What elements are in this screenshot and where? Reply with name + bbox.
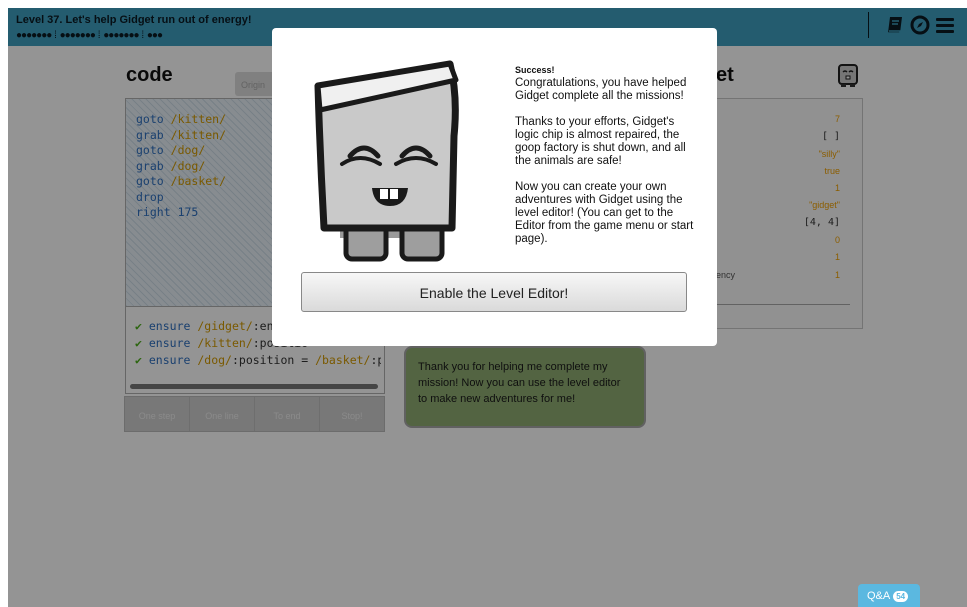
qa-label: Q&A <box>867 590 891 602</box>
dialog-message: Success! Congratulations, you have helpe… <box>515 64 695 259</box>
qa-count-badge: 54 <box>893 591 909 602</box>
success-dialog: Success! Congratulations, you have helpe… <box>272 28 717 346</box>
dialog-paragraph: Now you can create your own adventures w… <box>515 181 694 245</box>
enable-level-editor-button[interactable]: Enable the Level Editor! <box>301 272 687 312</box>
dialog-paragraph: Congratulations, you have helped Gidget … <box>515 77 687 102</box>
gidget-robot-icon <box>314 60 459 262</box>
dialog-paragraph: Thanks to your efforts, Gidget's logic c… <box>515 116 686 167</box>
success-label: Success! <box>515 65 555 75</box>
qa-button[interactable]: Q&A 54 <box>858 584 920 607</box>
